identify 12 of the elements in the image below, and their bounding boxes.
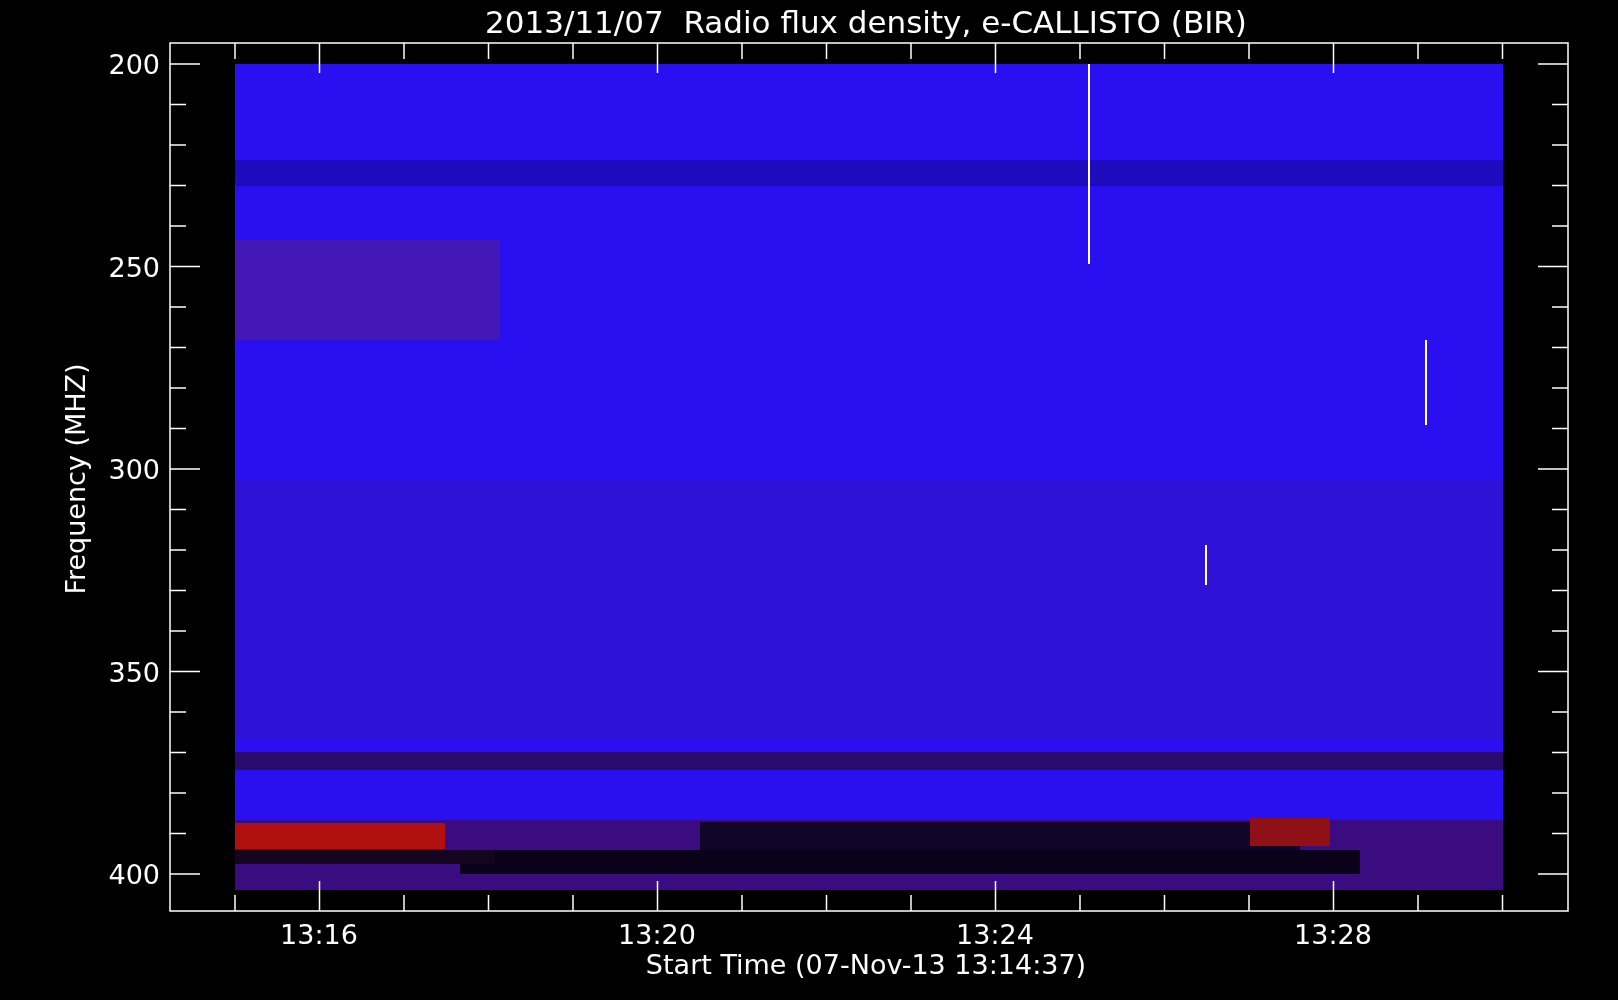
y-tick-label: 400: [108, 859, 160, 890]
y-tick-label: 200: [108, 49, 160, 80]
x-tick-label: 13:20: [618, 919, 696, 950]
x-tick-label: 13:16: [280, 919, 358, 950]
x-tick-label: 13:28: [1294, 919, 1372, 950]
x-axis-label: Start Time (07-Nov-13 13:14:37): [645, 949, 1087, 980]
y-tick-label: 250: [108, 251, 160, 283]
y-tick-label: 300: [108, 454, 160, 485]
chart-title: 2013/11/07 Radio flux density, e-CALLISTO (BIR): [485, 4, 1247, 40]
x-tick-label: 13:24: [956, 919, 1034, 950]
y-axis-label: Frequency (MHZ): [60, 363, 91, 595]
y-tick-label: 350: [108, 656, 160, 688]
